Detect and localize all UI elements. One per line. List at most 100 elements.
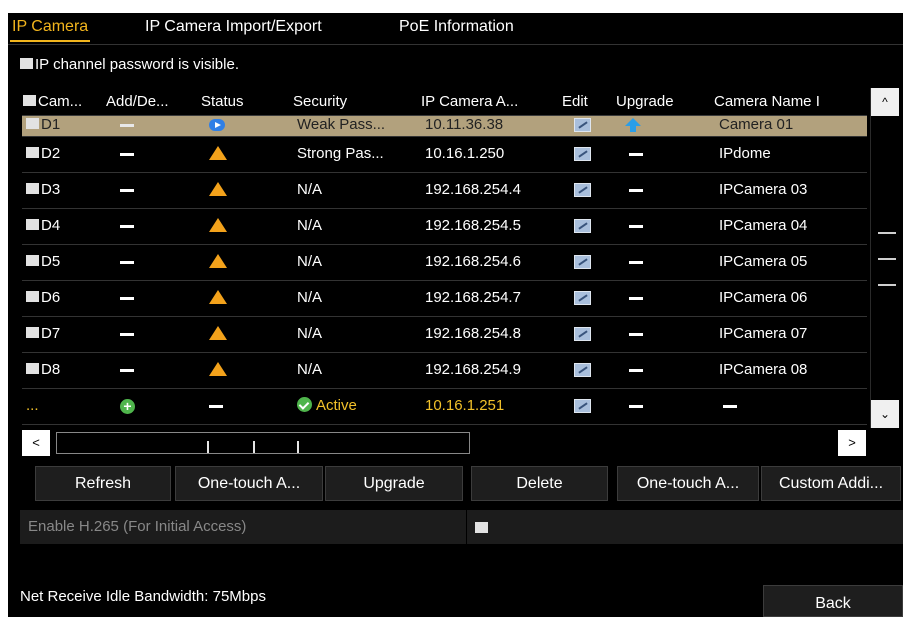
- edit-icon[interactable]: [574, 389, 591, 424]
- table-row[interactable]: D2 Strong Pas... 10.16.1.250 IPdome: [22, 137, 867, 173]
- table-row[interactable]: D3 N/A 192.168.254.4 IPCamera 03: [22, 173, 867, 209]
- table-row[interactable]: D6 N/A 192.168.254.7 IPCamera 06: [22, 281, 867, 317]
- table-row-add-camera[interactable]: ... + Active 10.16.1.251: [22, 389, 867, 425]
- row-security: N/A: [297, 289, 323, 306]
- bandwidth-status: Net Receive Idle Bandwidth: 75Mbps: [20, 588, 266, 605]
- scroll-thumb-mark: [878, 284, 896, 286]
- row-camera: D2: [26, 137, 60, 172]
- edit-icon[interactable]: [574, 116, 591, 136]
- warning-icon: [209, 317, 227, 352]
- h265-checkbox[interactable]: [475, 522, 488, 533]
- table-row[interactable]: D1 Weak Pass... 10.11.36.38 Camera 01: [22, 116, 867, 137]
- row-ip: 192.168.254.7: [425, 289, 521, 306]
- horizontal-scroll-thumb[interactable]: [56, 432, 470, 454]
- horizontal-scrollbar[interactable]: < >: [22, 430, 867, 456]
- col-camera[interactable]: Cam...: [23, 88, 105, 115]
- scroll-grip: [253, 441, 255, 453]
- password-visible-option[interactable]: IP channel password is visible.: [20, 55, 239, 75]
- delete-icon[interactable]: [120, 353, 134, 388]
- col-upgrade[interactable]: Upgrade: [616, 88, 712, 115]
- delete-icon[interactable]: [120, 209, 134, 244]
- edit-icon[interactable]: [574, 137, 591, 172]
- edit-icon[interactable]: [574, 209, 591, 244]
- table-row[interactable]: D4 N/A 192.168.254.5 IPCamera 04: [22, 209, 867, 245]
- edit-icon[interactable]: [574, 245, 591, 280]
- upgrade-button[interactable]: Upgrade: [325, 466, 463, 501]
- col-status[interactable]: Status: [201, 88, 287, 115]
- edit-icon[interactable]: [574, 173, 591, 208]
- row-checkbox[interactable]: [26, 219, 39, 231]
- row-checkbox[interactable]: [26, 327, 39, 339]
- status-unavailable-icon: [209, 389, 223, 424]
- row-ip: 192.168.254.4: [425, 181, 521, 198]
- row-camera: D6: [26, 281, 60, 316]
- row-checkbox[interactable]: [26, 147, 39, 159]
- row-checkbox[interactable]: [26, 291, 39, 303]
- tab-poe-information[interactable]: PoE Information: [399, 13, 514, 44]
- one-touch-adding-button[interactable]: One-touch A...: [617, 466, 759, 501]
- password-visible-label: IP channel password is visible.: [35, 56, 239, 73]
- upgrade-icon[interactable]: [625, 116, 641, 136]
- table-header: Cam... Add/De... Status Security IP Came…: [22, 88, 867, 116]
- row-security: Active: [297, 389, 357, 424]
- vertical-scrollbar[interactable]: ^ ⌄: [870, 88, 899, 428]
- row-camera-name: IPCamera 06: [719, 289, 808, 306]
- row-security: N/A: [297, 325, 323, 342]
- delete-icon[interactable]: [120, 116, 134, 136]
- refresh-button[interactable]: Refresh: [35, 466, 171, 501]
- row-ip: 10.16.1.250: [425, 145, 505, 162]
- col-edit[interactable]: Edit: [562, 88, 612, 115]
- one-touch-activate-button[interactable]: One-touch A...: [175, 466, 323, 501]
- row-ip: 192.168.254.6: [425, 253, 521, 270]
- warning-icon: [209, 209, 227, 244]
- delete-button[interactable]: Delete: [471, 466, 608, 501]
- delete-icon[interactable]: [120, 173, 134, 208]
- warning-icon: [209, 137, 227, 172]
- table-row[interactable]: D5 N/A 192.168.254.6 IPCamera 05: [22, 245, 867, 281]
- row-checkbox[interactable]: [26, 255, 39, 267]
- col-camera-name[interactable]: Camera Name I: [714, 88, 864, 115]
- row-security: N/A: [297, 253, 323, 270]
- row-security: Weak Pass...: [297, 116, 386, 133]
- edit-icon[interactable]: [574, 281, 591, 316]
- row-camera: D4: [26, 209, 60, 244]
- row-ip: 192.168.254.9: [425, 361, 521, 378]
- scroll-left-button[interactable]: <: [22, 430, 50, 456]
- row-camera-name: IPdome: [719, 145, 771, 162]
- row-ip: 192.168.254.8: [425, 325, 521, 342]
- row-camera: D7: [26, 317, 60, 352]
- warning-icon: [209, 353, 227, 388]
- delete-icon[interactable]: [120, 281, 134, 316]
- upgrade-unavailable-icon: [629, 389, 643, 424]
- scroll-up-button[interactable]: ^: [871, 88, 899, 116]
- password-visible-checkbox[interactable]: [20, 58, 33, 70]
- play-icon: [209, 116, 225, 136]
- table-row[interactable]: D8 N/A 192.168.254.9 IPCamera 08: [22, 353, 867, 389]
- scroll-down-button[interactable]: ⌄: [871, 400, 899, 428]
- col-security[interactable]: Security: [293, 88, 418, 115]
- tab-ip-camera-import-export[interactable]: IP Camera Import/Export: [145, 13, 322, 44]
- select-all-checkbox[interactable]: [23, 95, 36, 107]
- edit-icon[interactable]: [574, 353, 591, 388]
- row-checkbox[interactable]: [26, 183, 39, 195]
- upgrade-unavailable-icon: [629, 353, 643, 388]
- row-camera: D1: [26, 116, 60, 136]
- row-checkbox[interactable]: [26, 118, 39, 130]
- scroll-right-button[interactable]: >: [838, 430, 866, 456]
- col-add-delete[interactable]: Add/De...: [106, 88, 199, 115]
- row-checkbox[interactable]: [26, 363, 39, 375]
- table-row[interactable]: D7 N/A 192.168.254.8 IPCamera 07: [22, 317, 867, 353]
- edit-icon[interactable]: [574, 317, 591, 352]
- row-camera-name: IPCamera 07: [719, 325, 808, 342]
- tab-ip-camera[interactable]: IP Camera: [9, 13, 91, 44]
- back-button[interactable]: Back: [763, 585, 903, 617]
- delete-icon[interactable]: [120, 245, 134, 280]
- delete-icon[interactable]: [120, 317, 134, 352]
- row-camera-name: IPCamera 03: [719, 181, 808, 198]
- custom-adding-button[interactable]: Custom Addi...: [761, 466, 901, 501]
- delete-icon[interactable]: [120, 137, 134, 172]
- col-ip-address[interactable]: IP Camera A...: [421, 88, 561, 115]
- ip-camera-table: Cam... Add/De... Status Security IP Came…: [22, 88, 867, 428]
- add-icon[interactable]: +: [120, 389, 135, 424]
- row-security: N/A: [297, 181, 323, 198]
